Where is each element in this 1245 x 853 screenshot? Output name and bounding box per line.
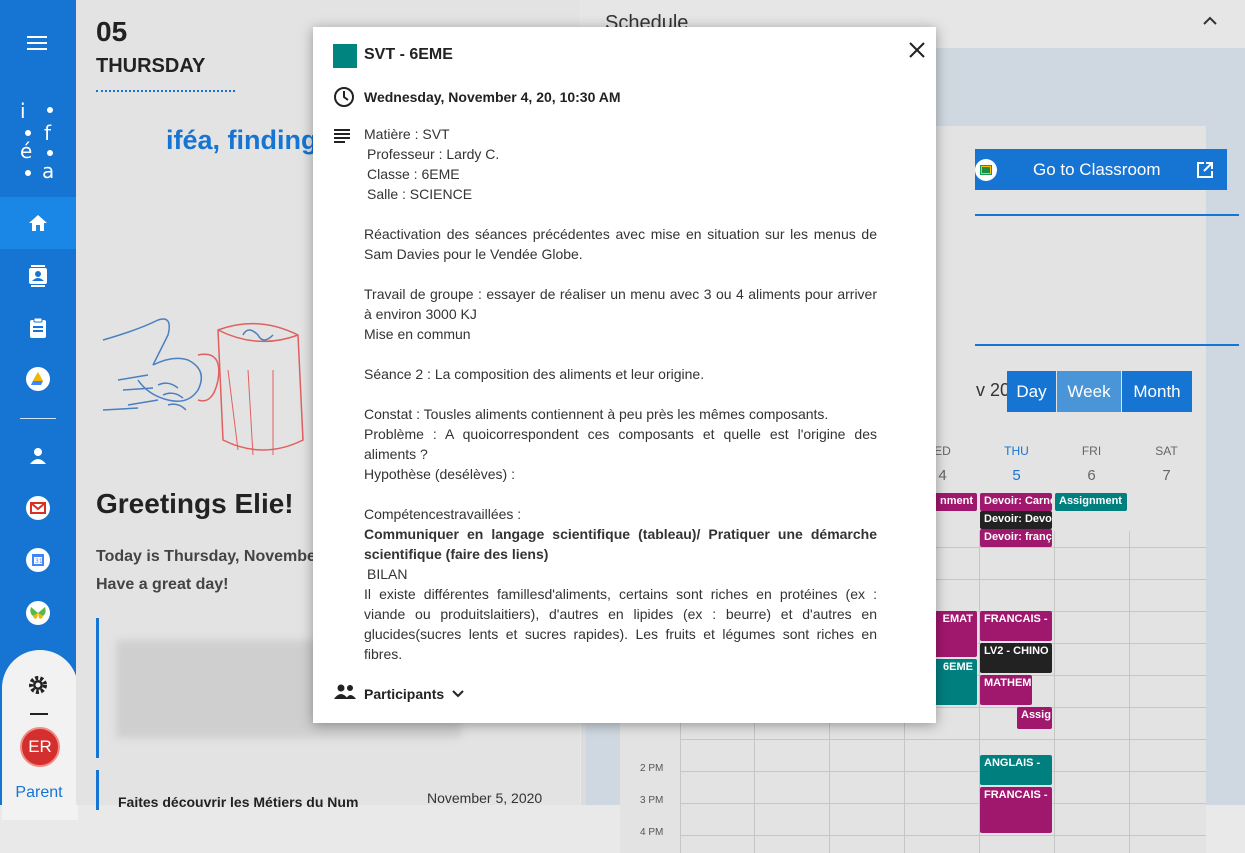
role-label[interactable]: Parent: [0, 784, 78, 802]
date-weekday: THURSDAY: [96, 55, 206, 77]
desc-paragraph: Réactivation des séances précédentes ave…: [364, 226, 877, 262]
people-icon: [334, 684, 356, 699]
time-label: 2 PM: [640, 763, 664, 774]
event-chip[interactable]: Devoir: franç: [980, 529, 1052, 547]
avatar[interactable]: ER: [20, 727, 60, 767]
today-text: Today is Thursday, Novembe: [96, 548, 316, 565]
go-to-classroom-button[interactable]: Go to Classroom: [975, 149, 1227, 190]
day-name: SAT: [1155, 444, 1178, 458]
view-month-button[interactable]: Month: [1122, 371, 1192, 412]
desc-paragraph: Hypothèse (desélèves) :: [364, 466, 515, 482]
person-icon[interactable]: [0, 430, 76, 482]
sidebar: i f é a 31 ER Parent: [0, 0, 78, 820]
day-number: 6: [1087, 467, 1096, 484]
svg-text:é: é: [20, 139, 32, 163]
day-name: THU: [1004, 444, 1029, 458]
event-chip[interactable]: Devoir: Devo: [980, 511, 1052, 529]
notes-icon: [334, 129, 350, 143]
day-number: 5: [1012, 467, 1021, 484]
day-number: 7: [1162, 467, 1171, 484]
svg-text:f: f: [44, 121, 52, 145]
view-day-button[interactable]: Day: [1007, 371, 1056, 412]
butterfly-icon[interactable]: [0, 587, 76, 639]
desc-paragraph: Compétencestravaillées :: [364, 506, 522, 522]
classroom-label: Go to Classroom: [1033, 159, 1161, 179]
clipboard-icon[interactable]: [0, 302, 76, 354]
illustration-image: [102, 318, 304, 456]
news-date: November 5, 2020: [427, 790, 543, 806]
chevron-down-icon[interactable]: [451, 688, 465, 700]
view-week-button[interactable]: Week: [1057, 371, 1121, 412]
desc-line: Professeur : Lardy C.: [367, 146, 500, 162]
svg-text:31: 31: [35, 558, 43, 565]
divider: [975, 344, 1239, 346]
news-accent: [96, 618, 99, 758]
desc-paragraph: Communiquer en langage scientifique (tab…: [364, 526, 877, 562]
date-number: 05: [96, 16, 128, 47]
desc-paragraph: Travail de groupe : essayer de réaliser …: [364, 286, 877, 322]
svg-text:i: i: [20, 100, 26, 123]
desc-line: BILAN: [367, 566, 408, 582]
desc-line: Classe : 6EME: [367, 166, 460, 182]
divider: [975, 214, 1239, 216]
desc-line: Mise en commun: [364, 326, 471, 342]
drive-icon[interactable]: [0, 353, 76, 405]
event-chip[interactable]: Assignment: [1055, 493, 1127, 511]
svg-text:a: a: [42, 159, 54, 180]
event-block[interactable]: FRANCAIS -: [980, 611, 1052, 641]
event-description: Matière : SVT Professeur : Lardy C. Clas…: [364, 124, 877, 664]
news-accent-2: [96, 770, 99, 810]
event-datetime: Wednesday, November 4, 20, 10:30 AM: [364, 89, 621, 105]
participants-toggle[interactable]: Participants: [364, 686, 444, 702]
event-title: SVT - 6EME: [364, 46, 453, 63]
event-block[interactable]: Assig: [1017, 707, 1052, 729]
greeting-heading: Greetings Elie!: [96, 488, 294, 519]
desc-line: Matière : SVT: [364, 126, 450, 142]
ifea-logo: i f é a: [18, 99, 60, 183]
event-chip[interactable]: Devoir: Carne: [980, 493, 1052, 511]
event-block[interactable]: MATHEM: [980, 675, 1032, 705]
event-detail-dialog: SVT - 6EME Wednesday, November 4, 20, 10…: [313, 27, 936, 723]
time-label: 3 PM: [640, 795, 664, 806]
date-underline: [96, 90, 235, 92]
open-external-icon: [1197, 161, 1213, 178]
menu-icon[interactable]: [0, 17, 76, 69]
desc-paragraph: Séance 2 : La composition des aliments e…: [364, 366, 705, 382]
classroom-icon: [975, 158, 997, 181]
contacts-icon[interactable]: [0, 250, 76, 302]
tagline: iféa, finding: [166, 125, 318, 155]
day-name: FRI: [1081, 444, 1102, 458]
desc-paragraph: Problème : A quoicorrespondent ces compo…: [364, 426, 877, 462]
gmail-icon[interactable]: [0, 482, 76, 534]
settings-icon[interactable]: [0, 659, 76, 711]
close-icon[interactable]: [905, 38, 929, 62]
calendar-icon[interactable]: 31: [0, 534, 76, 586]
event-color-swatch: [333, 44, 357, 68]
home-icon[interactable]: [0, 197, 76, 249]
clock-icon: [334, 87, 354, 107]
chevron-up-icon[interactable]: [1201, 12, 1219, 30]
desc-paragraph: Il existe différentes famillesd'aliments…: [364, 586, 877, 662]
event-block[interactable]: ANGLAIS -: [980, 755, 1052, 785]
event-block[interactable]: FRANCAIS -: [980, 787, 1052, 833]
have-day-text: Have a great day!: [96, 576, 229, 593]
news-title[interactable]: Faites découvrir les Métiers du Num: [118, 794, 358, 810]
time-label: 4 PM: [640, 827, 664, 838]
desc-line: Salle : SCIENCE: [367, 186, 473, 202]
event-block[interactable]: LV2 - CHINO: [980, 643, 1052, 673]
desc-paragraph: Constat : Tousles aliments contiennent à…: [364, 406, 829, 422]
